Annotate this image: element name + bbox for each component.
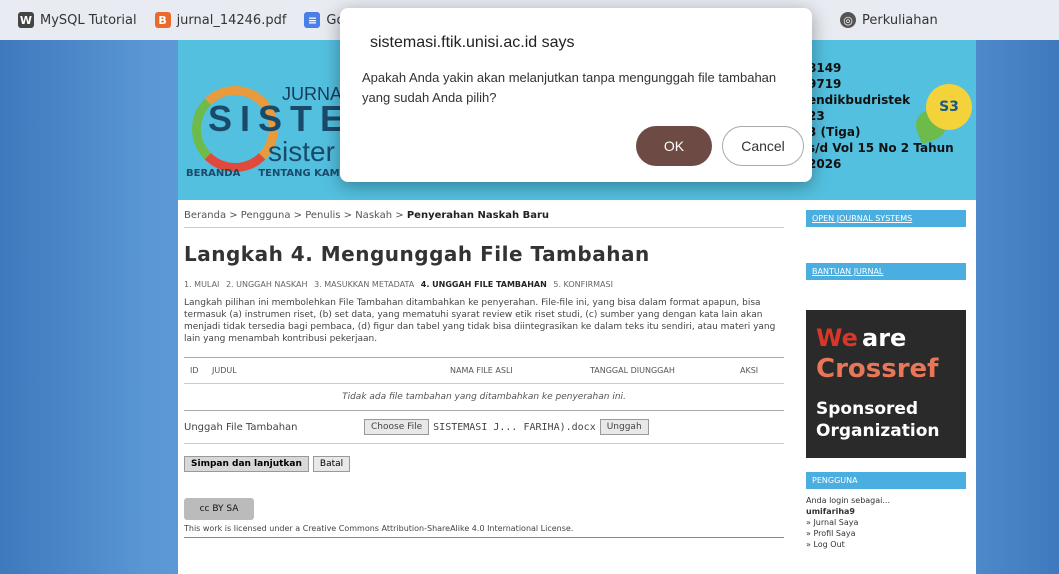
info-line: s/d Vol 15 No 2 Tahun 2026 [808, 141, 954, 171]
page-title: Langkah 4. Mengunggah File Tambahan [184, 242, 650, 266]
col-aksi: AKSI [740, 366, 759, 375]
pengguna-header: PENGGUNA [806, 472, 966, 489]
dialog-title: sistemasi.ftik.unisi.ac.id says [370, 34, 575, 51]
crossref-name: Crossref [816, 354, 939, 384]
nav-beranda[interactable]: BERANDA [186, 168, 240, 190]
crossref-we: We [816, 324, 858, 352]
cc-license-badge[interactable]: cc BY SA [184, 498, 254, 520]
link-profil-saya[interactable]: » Profil Saya [806, 528, 966, 539]
ok-button[interactable]: OK [636, 126, 712, 166]
login-as-text: Anda login sebagai... [806, 496, 890, 505]
save-continue-button[interactable]: Simpan dan lanjutkan [184, 456, 309, 472]
upload-row: Unggah File Tambahan Choose File SISTEMA… [184, 411, 784, 444]
pdf-icon: B [154, 12, 171, 28]
choose-file-button[interactable]: Choose File [364, 419, 430, 435]
col-id: ID [190, 366, 199, 375]
form-actions: Simpan dan lanjutkan Batal [184, 456, 784, 472]
selected-file-name: SISTEMASI J... FARIHA).docx [433, 421, 596, 433]
nav-tentang-kami[interactable]: TENTANG KAMI [258, 168, 343, 190]
info-line: 8149 [808, 61, 842, 75]
open-journal-systems-link[interactable]: OPEN JOURNAL SYSTEMS [806, 210, 966, 227]
globe-icon: ◎ [840, 12, 856, 28]
col-judul: JUDUL [212, 366, 237, 375]
link-jurnal-saya[interactable]: » Jurnal Saya [806, 517, 966, 528]
breadcrumb: Beranda > Pengguna > Penulis > Naskah > … [184, 210, 784, 228]
upload-button[interactable]: Unggah [599, 419, 649, 435]
bookmark-perkuliahan[interactable]: ◎ Perkuliahan [840, 12, 938, 28]
step-1: 1. MULAI [184, 280, 220, 289]
dialog-message: Apakah Anda yakin akan melanjutkan tanpa… [362, 70, 777, 105]
breadcrumb-current: Penyerahan Naskah Baru [406, 210, 550, 221]
bookmark-label: MySQL Tutorial [40, 12, 137, 28]
docs-icon: ≡ [304, 12, 321, 28]
user-box: PENGGUNA Anda login sebagai... umifariha… [806, 472, 966, 550]
confirm-dialog: sistemasi.ftik.unisi.ac.id says Apakah A… [340, 8, 812, 182]
username: umifariha9 [806, 507, 855, 516]
logo-sistem-text: SISTE [208, 98, 353, 139]
main-content: Beranda > Pengguna > Penulis > Naskah > … [184, 210, 784, 472]
crossref-banner[interactable]: We are Crossref Sponsored Organization [806, 310, 966, 458]
table-header-row: ID JUDUL NAMA FILE ASLI TANGGAL DIUNGGAH… [184, 358, 784, 384]
table-empty-message: Tidak ada file tambahan yang ditambahkan… [342, 392, 626, 402]
col-tanggal: TANGGAL DIUNGGAH [590, 366, 675, 375]
step-list: 1. MULAI 2. UNGGAH NASKAH 3. MASUKKAN ME… [184, 280, 784, 289]
cancel-button[interactable]: Cancel [722, 126, 804, 166]
bookmark-mysql-tutorial[interactable]: W MySQL Tutorial [18, 12, 137, 28]
crossref-are: are [862, 324, 907, 352]
license-text[interactable]: This work is licensed under a Creative C… [184, 524, 784, 533]
bookmark-label: Perkuliahan [862, 12, 938, 28]
col-nama-file: NAMA FILE ASLI [450, 366, 513, 375]
step-3: 3. MASUKKAN METADATA [314, 280, 415, 289]
s3-badge: S3 [926, 84, 972, 130]
crossref-sponsored-line: Sponsored [816, 399, 919, 419]
crossref-sponsored: Sponsored Organization [816, 398, 940, 442]
bookmark-label: jurnal_14246.pdf [176, 12, 287, 28]
step-5: 5. KONFIRMASI [553, 280, 613, 289]
step-2: 2. UNGGAH NASKAH [225, 280, 308, 289]
license-footer: cc BY SA This work is licensed under a C… [184, 498, 784, 538]
upload-label: Unggah File Tambahan [184, 421, 298, 433]
breadcrumb-path[interactable]: Beranda > Pengguna > Penulis > Naskah > [184, 210, 407, 221]
cancel-link-button[interactable]: Batal [312, 456, 351, 472]
bantuan-jurnal-link[interactable]: BANTUAN JURNAL [806, 263, 966, 280]
link-log-out[interactable]: » Log Out [806, 539, 966, 550]
logo-sub-text: sister [268, 136, 335, 167]
crossref-org-line: Organization [816, 421, 940, 441]
step-4-current: 4. UNGGAH FILE TAMBAHAN [420, 280, 547, 289]
supplementary-file-table: ID JUDUL NAMA FILE ASLI TANGGAL DIUNGGAH… [184, 357, 784, 411]
w-icon: W [18, 12, 34, 28]
bookmark-jurnal-pdf[interactable]: B jurnal_14246.pdf [154, 12, 287, 28]
sidebar: OPEN JOURNAL SYSTEMS BANTUAN JURNAL We a… [806, 210, 966, 550]
step-description: Langkah pilihan ini membolehkan File Tam… [184, 298, 776, 344]
